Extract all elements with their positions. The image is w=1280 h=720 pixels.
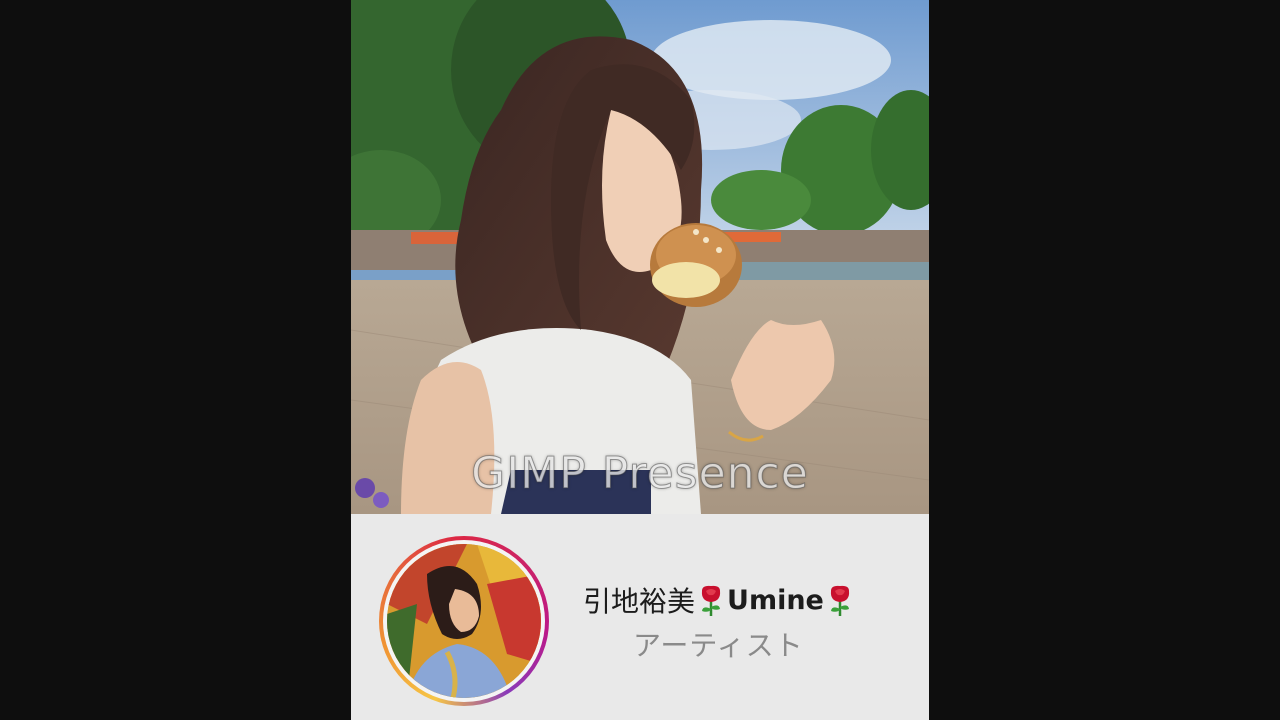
profile-name: 引地裕美 Umine — [583, 580, 854, 620]
avatar-story-ring[interactable] — [379, 536, 549, 706]
profile-category: アーティスト — [633, 629, 804, 662]
rose-icon — [830, 585, 849, 616]
video-frame: GIMP Presence 引地裕美 Umine アーティスト — [351, 0, 929, 720]
profile-name-latin: Umine — [727, 584, 824, 616]
avatar-image — [387, 544, 541, 698]
profile-card: 引地裕美 Umine アーティスト — [351, 514, 929, 720]
rose-icon — [701, 585, 721, 616]
photo: GIMP Presence — [351, 0, 929, 514]
profile-name-jp: 引地裕美 — [583, 585, 696, 618]
avatar — [387, 544, 541, 698]
photo-scene — [351, 0, 929, 514]
